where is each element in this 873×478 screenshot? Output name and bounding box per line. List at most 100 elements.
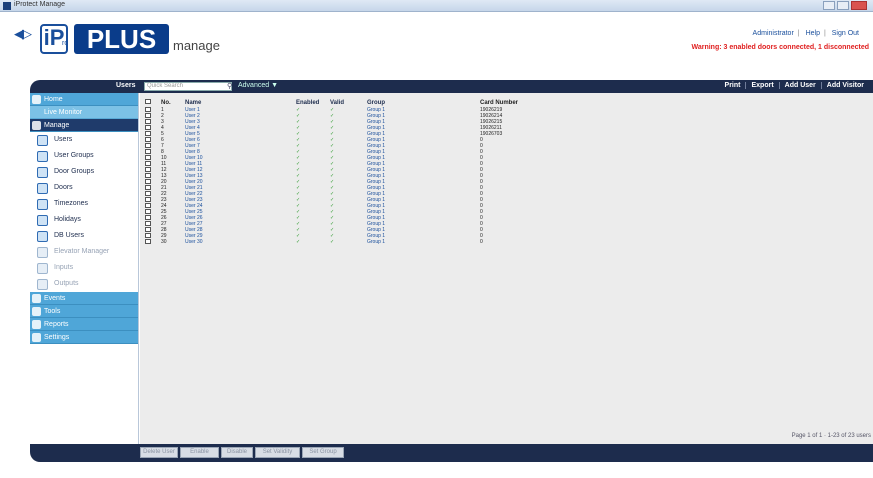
sidebar-section-tools[interactable]: Tools (30, 305, 138, 318)
sidebar-item-elevator-manager[interactable]: Elevator Manager (30, 244, 138, 260)
header-card-number[interactable]: Card Number (480, 100, 518, 106)
toolbar-actions: Print Export Add User Add Visitor (720, 82, 869, 89)
events-icon (32, 294, 41, 303)
maximize-button[interactable] (837, 1, 849, 10)
row-checkbox[interactable] (145, 197, 151, 202)
header-no[interactable]: No. (161, 100, 171, 106)
set-group-button[interactable]: Set Group (302, 447, 344, 458)
header-group[interactable]: Group (367, 100, 385, 106)
row-checkbox[interactable] (145, 221, 151, 226)
sidebar-item-users[interactable]: Users (30, 132, 138, 148)
logo-ip: iP (40, 24, 68, 54)
sidebar-section-label: Settings (44, 334, 70, 341)
row-checkbox[interactable] (145, 149, 151, 154)
sidebar-items: Users User Groups Door Groups Doors Timezone… (30, 132, 138, 292)
administrator-link[interactable]: Administrator (749, 30, 798, 37)
row-checkbox[interactable] (145, 185, 151, 190)
select-all-checkbox[interactable] (145, 99, 151, 104)
row-checkbox[interactable] (145, 179, 151, 184)
sidebar-section-reports[interactable]: Reports (30, 318, 138, 331)
row-checkbox[interactable] (145, 161, 151, 166)
row-checkbox[interactable] (145, 191, 151, 196)
disable-button[interactable]: Disable (221, 447, 253, 458)
logo-plus: PLUS (74, 24, 169, 54)
users-label: Users (116, 82, 136, 89)
delete-user-button[interactable]: Delete User (140, 447, 178, 458)
sidebar-item-door-groups[interactable]: Door Groups (30, 164, 138, 180)
enable-button[interactable]: Enable (180, 447, 219, 458)
row-checkbox[interactable] (145, 215, 151, 220)
row-checkbox[interactable] (145, 119, 151, 124)
row-checkbox[interactable] (145, 227, 151, 232)
users-icon (37, 135, 48, 146)
top-links: Administrator | Help | Sign Out (749, 30, 863, 37)
sidebar-section-label: Home (44, 96, 63, 103)
print-button[interactable]: Print (720, 82, 746, 89)
row-checkbox[interactable] (145, 137, 151, 142)
row-checkbox[interactable] (145, 233, 151, 238)
row-checkbox[interactable] (145, 167, 151, 172)
row-checkbox[interactable] (145, 131, 151, 136)
sidebar-item-user-groups[interactable]: User Groups (30, 148, 138, 164)
enabled-check: ✓ (296, 239, 301, 245)
grid-rows: 1 User 1 ✓ ✓ Group 1 19026219 2 User 2 ✓ ✓ Group 1… (140, 107, 873, 245)
back-forward-icon[interactable]: ◀▷ (14, 26, 38, 41)
help-link[interactable]: Help (802, 30, 824, 37)
row-checkbox[interactable] (145, 113, 151, 118)
door-groups-icon (37, 167, 48, 178)
row-checkbox[interactable] (145, 173, 151, 178)
sidebar-section-live-monitor[interactable]: Live Monitor (30, 106, 138, 119)
row-checkbox[interactable] (145, 107, 151, 112)
outputs-icon (37, 279, 48, 290)
search-input[interactable]: Quick Search (144, 82, 232, 91)
header-valid[interactable]: Valid (330, 100, 344, 106)
sidebar-section-settings[interactable]: Settings (30, 331, 138, 344)
sidebar-item-outputs[interactable]: Outputs (30, 276, 138, 292)
add-visitor-button[interactable]: Add Visitor (820, 82, 869, 89)
advanced-dropdown[interactable]: Advanced ▼ (238, 82, 278, 89)
tools-icon (32, 307, 41, 316)
sidebar-item-label: Door Groups (54, 168, 95, 175)
sidebar-item-label: Holidays (54, 216, 81, 223)
sidebar-section-manage[interactable]: Manage (30, 119, 138, 132)
sidebar-item-label: DB Users (54, 232, 84, 239)
sidebar-item-doors[interactable]: Doors (30, 180, 138, 196)
sidebar: Home Live Monitor Manage Users User Group… (30, 93, 139, 444)
table-row[interactable]: 30 User 30 ✓ ✓ Group 1 0 (140, 239, 873, 245)
header-name[interactable]: Name (185, 100, 201, 106)
set-validity-button[interactable]: Set Validity (255, 447, 300, 458)
header-enabled[interactable]: Enabled (296, 100, 319, 106)
row-checkbox[interactable] (145, 209, 151, 214)
close-button[interactable] (851, 1, 867, 10)
group-link[interactable]: Group 1 (367, 239, 385, 245)
sidebar-section-label: Reports (44, 321, 69, 328)
pager[interactable]: Page 1 of 1 · 1-23 of 23 users (792, 433, 871, 439)
sidebar-bottom-sections: Events Tools Reports Settings (30, 292, 138, 344)
row-checkbox[interactable] (145, 203, 151, 208)
search-icon[interactable]: ⚲ (227, 82, 232, 90)
add-user-button[interactable]: Add User (778, 82, 821, 89)
sidebar-section-events[interactable]: Events (30, 292, 138, 305)
sidebar-section-home[interactable]: Home (30, 93, 138, 106)
sidebar-section-label: Manage (44, 122, 70, 129)
row-checkbox[interactable] (145, 239, 151, 244)
sidebar-item-timezones[interactable]: Timezones (30, 196, 138, 212)
row-checkbox[interactable] (145, 155, 151, 160)
clock-icon (37, 199, 48, 210)
row-checkbox[interactable] (145, 143, 151, 148)
sidebar-item-label: Outputs (54, 280, 79, 287)
sidebar-item-inputs[interactable]: Inputs (30, 260, 138, 276)
logo-ro: ro (62, 40, 69, 47)
main-panel: No. Name Enabled Valid Group Card Number… (140, 93, 873, 444)
user-name-link[interactable]: User 30 (185, 239, 203, 245)
app-icon (3, 2, 11, 10)
row-checkbox[interactable] (145, 125, 151, 130)
export-button[interactable]: Export (745, 82, 779, 89)
minimize-button[interactable] (823, 1, 835, 10)
home-icon (32, 95, 41, 104)
sidebar-item-holidays[interactable]: Holidays (30, 212, 138, 228)
sidebar-item-db-users[interactable]: DB Users (30, 228, 138, 244)
sign-out-link[interactable]: Sign Out (828, 30, 863, 37)
sidebar-item-label: User Groups (54, 152, 94, 159)
logo-manage: manage (173, 38, 220, 53)
